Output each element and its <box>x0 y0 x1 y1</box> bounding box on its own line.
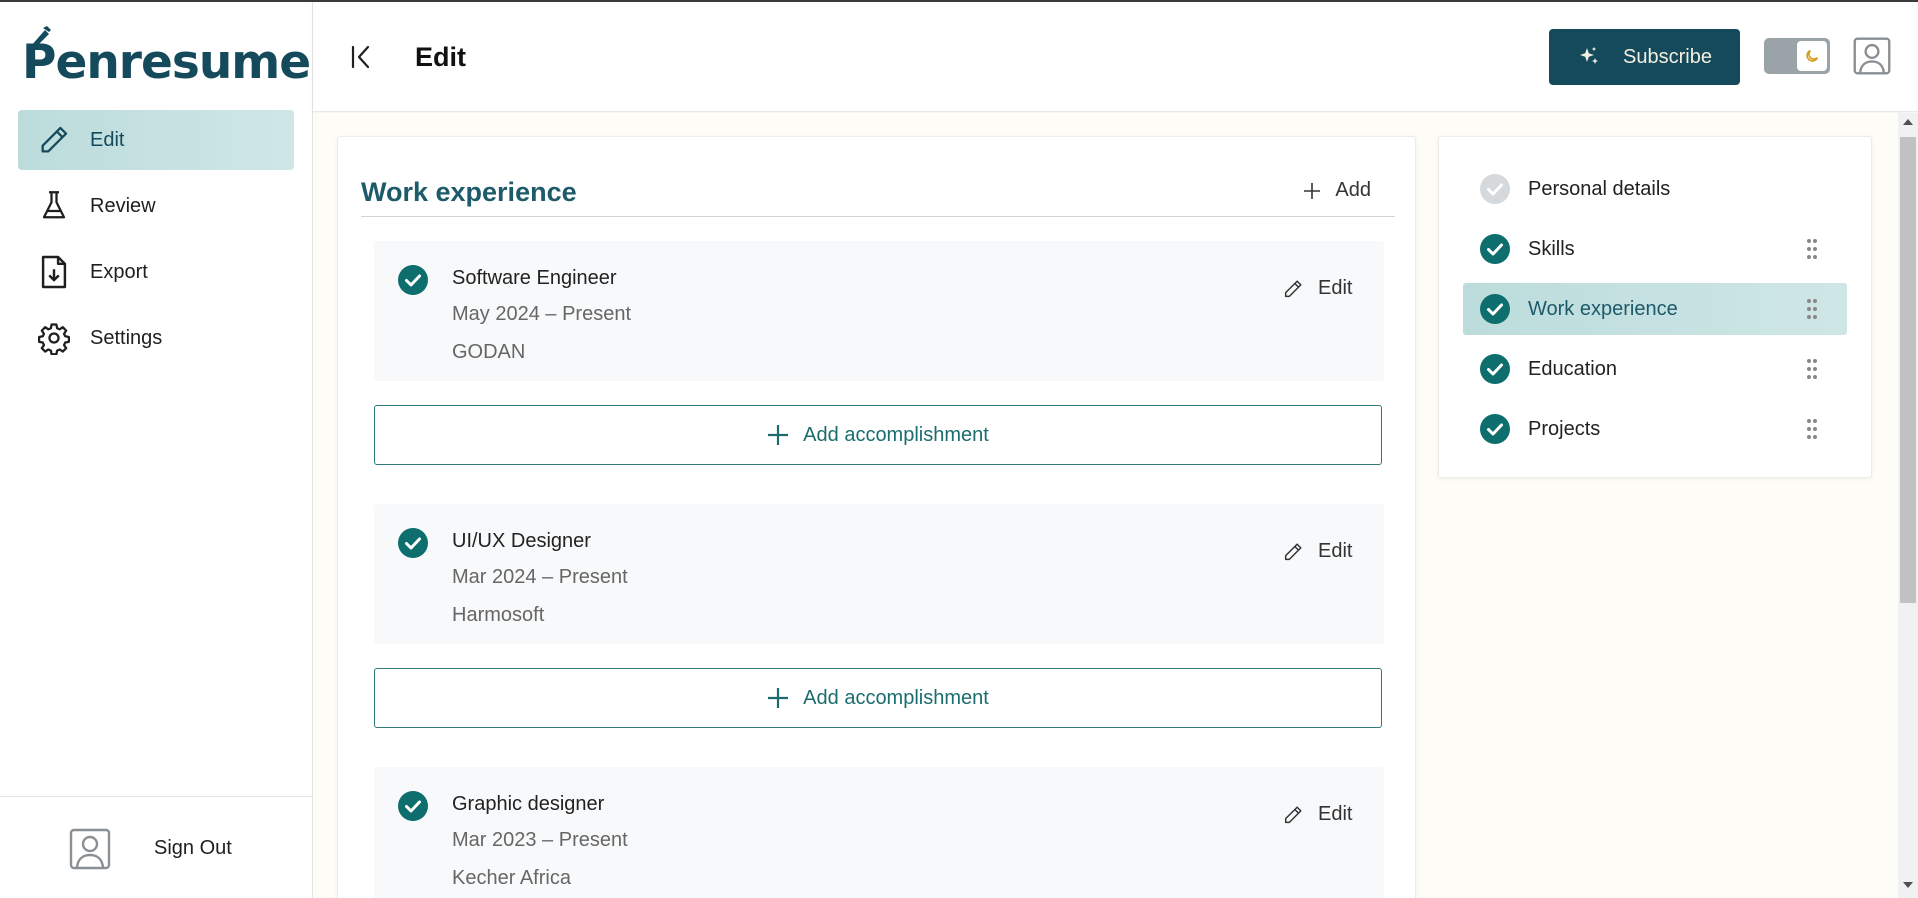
section-title: Work experience <box>361 177 577 207</box>
user-avatar-icon <box>69 828 111 869</box>
job-dates: Mar 2024 – Present <box>452 566 628 588</box>
check-circle-icon <box>398 528 428 558</box>
job-company: GODAN <box>452 341 526 363</box>
sign-out-label: Sign Out <box>154 837 232 859</box>
pen-nib-icon <box>31 26 51 48</box>
plus-icon <box>768 425 789 445</box>
sidebar-item-label: Edit <box>90 128 125 151</box>
sidebar-item-settings[interactable]: Settings <box>18 308 294 368</box>
job-dates: Mar 2023 – Present <box>452 829 628 851</box>
add-work-experience-button[interactable]: Add <box>1303 179 1371 202</box>
work-experience-card: Work experience Add Software Engineer Ma… <box>337 136 1416 898</box>
scroll-up-arrow-icon[interactable] <box>1903 119 1913 125</box>
flask-icon <box>36 188 72 224</box>
check-circle-icon <box>1480 414 1510 444</box>
drag-handle-icon[interactable] <box>1807 238 1817 260</box>
section-label: Projects <box>1528 417 1601 440</box>
toggle-knob <box>1797 41 1827 71</box>
section-item-personal-details[interactable]: Personal details <box>1463 163 1847 215</box>
check-circle-icon <box>1480 234 1510 264</box>
sign-out-button[interactable]: Sign Out <box>68 827 232 871</box>
plus-icon <box>768 688 789 708</box>
sidebar-item-label: Review <box>90 194 156 217</box>
sidebar-item-edit[interactable]: Edit <box>18 110 294 170</box>
sidebar-item-label: Settings <box>90 326 163 349</box>
job-company: Kecher Africa <box>452 867 571 889</box>
add-accomplishment-label: Add accomplishment <box>803 423 989 446</box>
drag-handle-icon[interactable] <box>1807 358 1817 380</box>
pencil-icon <box>1284 279 1302 297</box>
add-accomplishment-button[interactable]: Add accomplishment <box>374 405 1382 465</box>
job-title: Software Engineer <box>452 267 617 289</box>
edit-job-button[interactable]: Edit <box>1282 277 1352 300</box>
check-circle-icon <box>1480 294 1510 324</box>
sections-panel: Personal details Skills Work experience … <box>1438 136 1872 478</box>
sidebar-item-label: Export <box>90 260 148 283</box>
subscribe-button[interactable]: Subscribe <box>1549 29 1740 85</box>
section-item-projects[interactable]: Projects <box>1463 403 1847 455</box>
check-circle-icon <box>1480 354 1510 384</box>
job-entry: Software Engineer May 2024 – Present GOD… <box>374 241 1384 381</box>
plus-icon <box>1304 182 1321 199</box>
top-header: Edit Subscribe <box>313 2 1918 112</box>
add-accomplishment-label: Add accomplishment <box>803 686 989 709</box>
pencil-icon <box>1284 542 1302 560</box>
user-avatar-icon <box>1853 37 1891 75</box>
add-accomplishment-button[interactable]: Add accomplishment <box>374 668 1382 728</box>
section-item-education[interactable]: Education <box>1463 343 1847 395</box>
pencil-icon <box>1284 805 1302 823</box>
sidebar-footer: Sign Out <box>0 796 313 898</box>
gear-icon <box>36 320 72 356</box>
user-avatar[interactable] <box>1852 36 1892 81</box>
edit-label: Edit <box>1318 277 1353 299</box>
add-label: Add <box>1335 179 1371 201</box>
subscribe-label: Subscribe <box>1623 45 1712 68</box>
vertical-scrollbar[interactable] <box>1898 113 1918 898</box>
section-item-work-experience[interactable]: Work experience <box>1463 283 1847 335</box>
edit-label: Edit <box>1318 803 1353 825</box>
main-content: Work experience Add Software Engineer Ma… <box>313 113 1898 898</box>
section-label: Skills <box>1528 237 1575 260</box>
sidebar-item-review[interactable]: Review <box>18 176 294 236</box>
section-label: Work experience <box>1528 297 1678 320</box>
drag-handle-icon[interactable] <box>1807 418 1817 440</box>
job-entry: UI/UX Designer Mar 2024 – Present Harmos… <box>374 504 1384 644</box>
edit-job-button[interactable]: Edit <box>1282 803 1352 826</box>
page-title: Edit <box>415 42 466 72</box>
check-circle-icon <box>398 791 428 821</box>
job-title: Graphic designer <box>452 793 605 815</box>
collapse-left-icon <box>351 45 370 69</box>
logo-text: Penresume <box>22 35 311 90</box>
sidebar: Penresume Edit Review Export Settings Si… <box>0 2 313 898</box>
pencil-icon <box>36 122 72 158</box>
job-company: Harmosoft <box>452 604 545 626</box>
section-header: Work experience Add <box>361 173 1395 217</box>
drag-handle-icon[interactable] <box>1807 298 1817 320</box>
sidebar-item-export[interactable]: Export <box>18 242 294 302</box>
job-entry: Graphic designer Mar 2023 – Present Kech… <box>374 767 1384 898</box>
moon-icon <box>1806 49 1819 62</box>
check-circle-icon <box>398 265 428 295</box>
dark-mode-toggle[interactable] <box>1764 38 1830 74</box>
app-logo[interactable]: Penresume <box>22 26 311 90</box>
job-dates: May 2024 – Present <box>452 303 631 325</box>
section-item-skills[interactable]: Skills <box>1463 223 1847 275</box>
edit-label: Edit <box>1318 540 1353 562</box>
sparkle-icon <box>1577 45 1601 69</box>
section-label: Education <box>1528 357 1617 380</box>
scrollbar-thumb[interactable] <box>1900 137 1916 603</box>
scroll-down-arrow-icon[interactable] <box>1903 882 1913 888</box>
job-title: UI/UX Designer <box>452 530 591 552</box>
section-label: Personal details <box>1528 177 1671 200</box>
check-circle-incomplete-icon <box>1480 174 1510 204</box>
sidebar-nav: Edit Review Export Settings <box>18 110 294 374</box>
edit-job-button[interactable]: Edit <box>1282 540 1352 563</box>
collapse-sidebar-button[interactable] <box>349 44 373 75</box>
file-download-icon <box>36 254 72 290</box>
